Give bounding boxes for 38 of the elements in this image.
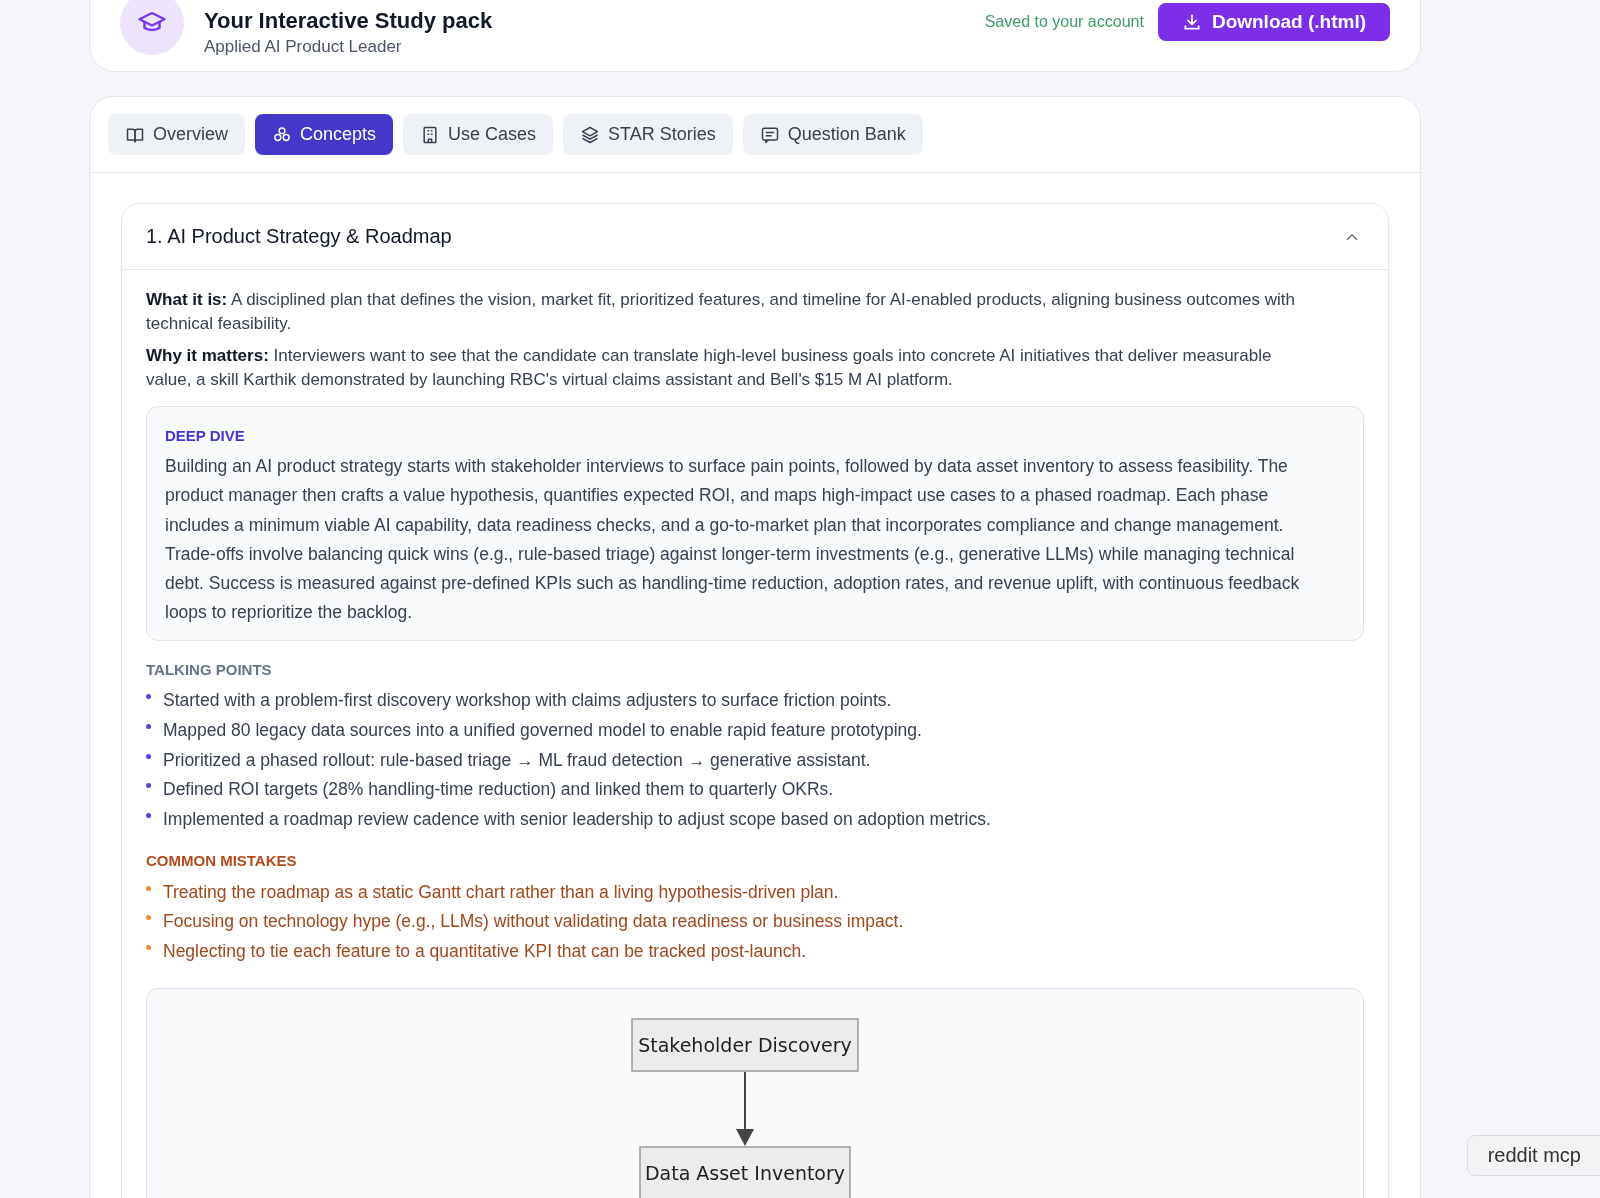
page-subtitle: Applied AI Product Leader <box>204 36 403 57</box>
bullet-icon <box>146 915 151 921</box>
talking-point: Prioritized a phased rollout: rule-based triage → ML fraud detection → generative assistant. <box>163 749 871 771</box>
flow-node: Data Asset Inventory <box>639 1146 851 1198</box>
bullet-icon <box>146 944 151 950</box>
common-mistakes-label: COMMON MISTAKES <box>146 852 298 870</box>
flow-node: Stakeholder Discovery <box>631 1018 859 1073</box>
common-mistake: Focusing on technology hype (e.g., LLMs) without validating data readiness or business impact. <box>163 911 904 933</box>
tab[interactable]: Use Cases <box>403 114 554 155</box>
importance-text: Why it matters: Interviewers want to see that the candidate can translate high-level business goals into concrete AI initiatives that deliver measurable value, a skill Karthik demonstrated by launching RBC's virtual claims assistant and Bell's $15 M AI platform. <box>146 345 1273 391</box>
layers-icon <box>580 124 601 145</box>
definition-text: What it is: A disciplined plan that defines the vision, market fit, prioritized features, and timeline for AI-enabled products, aligning business outcomes with technical feasibility. <box>146 289 1297 335</box>
concept-header[interactable]: 1. AI Product Strategy & Roadmap <box>122 204 1388 270</box>
tab[interactable]: Concepts <box>255 114 394 155</box>
graduation-cap-icon <box>120 0 184 55</box>
tab[interactable]: Question Bank <box>742 114 923 155</box>
tab[interactable]: Overview <box>108 114 245 155</box>
common-mistake: Neglecting to tie each feature to a quantitative KPI that can be tracked post-launch. <box>163 940 807 962</box>
bullet-icon <box>146 812 151 818</box>
bullet-icon <box>146 723 151 729</box>
saved-status: Saved to your account <box>984 12 1144 31</box>
talking-point: Started with a problem-first discovery workshop with claims adjusters to surface friction points. <box>163 690 892 712</box>
common-mistake: Treating the roadmap as a static Gantt chart rather than a living hypothesis-driven plan. <box>163 881 839 903</box>
tab[interactable]: STAR Stories <box>563 114 733 155</box>
talking-points-label: TALKING POINTS <box>146 660 273 678</box>
floating-button[interactable]: reddit mcp <box>1466 1135 1600 1176</box>
talking-point: Defined ROI targets (28% handling-time reduction) and linked them to quarterly OKRs. <box>163 779 834 801</box>
page-title: Your Interactive Study pack <box>204 8 493 33</box>
talking-point: Implemented a roadmap review cadence with senior leadership to adjust scope based on adoption metrics. <box>163 808 991 830</box>
concept-title: 1. AI Product Strategy & Roadmap <box>146 225 452 248</box>
bullet-icon <box>146 885 151 891</box>
bullet-icon <box>146 783 151 789</box>
talking-point: Mapped 80 legacy data sources into a unified governed model to enable rapid feature prototyping. <box>163 719 922 741</box>
deep-dive-label: DEEP DIVE <box>165 427 246 444</box>
bullet-icon <box>146 694 151 700</box>
download-button[interactable]: Download (.html) <box>1157 2 1390 41</box>
deep-dive-text: Building an AI product strategy starts with stakeholder interviews to surface pain points, followed by data asset inventory to assess feasibility. The product manager then crafts a value hypothesis, quantifies expected ROI, and maps high-impact use cases to a phased roadmap. Each phase includes a minimum viable AI capability, data readiness checks, and a go-to-market plan that incorporates compliance and change management. Trade-offs involve balancing quick wins (e.g., rule-based triage) against longer-term investments (e.g., generative LLMs) while managing technical debt. Success is measured against pre-defined KPIs such as handling-time reduction, adoption rates, and revenue uplift, with continuous feedback loops to reprioritize the backlog. <box>165 455 1301 625</box>
bullet-icon <box>146 753 151 759</box>
